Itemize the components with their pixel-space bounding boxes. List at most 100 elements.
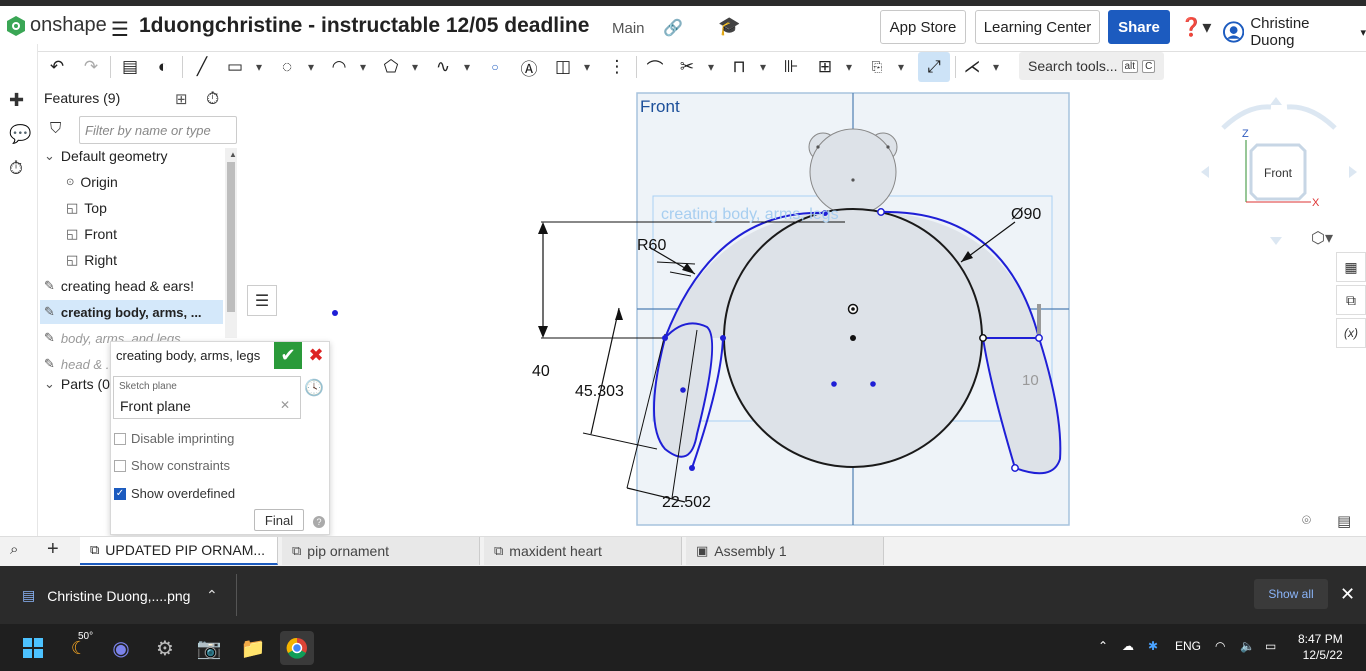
dimension-22[interactable]: 22.502 — [662, 494, 711, 511]
history-clock-icon[interactable]: 🕓 — [304, 378, 324, 398]
fillet-icon[interactable]: ⌒ — [642, 52, 668, 82]
pattern-icon[interactable]: ⊪ — [778, 52, 804, 82]
learning-cap-icon[interactable]: 🎓 — [718, 16, 740, 37]
onedrive-cloud-icon[interactable]: ☁ — [1122, 639, 1134, 653]
use-icon[interactable]: ◐ — [150, 52, 176, 82]
point-tool-icon[interactable]: ○ — [482, 52, 508, 82]
rollback-timer-icon[interactable]: ⏱ — [206, 89, 219, 109]
cancel-x-icon[interactable]: ✖ — [304, 342, 328, 369]
dxf-import-icon[interactable]: ⎘ — [864, 52, 890, 82]
teams-chat-icon[interactable]: ◉ — [104, 631, 138, 665]
mirror-icon[interactable]: ⋮ — [604, 52, 630, 82]
construction-icon[interactable]: ◫ — [550, 52, 576, 82]
link-icon[interactable]: 🔗 — [663, 18, 683, 38]
dimension-d90[interactable]: Ø90 — [1011, 206, 1041, 223]
chrome-icon[interactable] — [280, 631, 314, 665]
tree-top-plane[interactable]: ◱ Top — [66, 200, 107, 216]
polygon-tool-icon[interactable]: ⬠ — [378, 52, 404, 82]
tree-sketch-body-active[interactable]: ✎ creating body, arms, ... — [40, 300, 223, 324]
tree-right-plane[interactable]: ◱ Right — [66, 252, 117, 268]
feature-list-icon[interactable]: ☰ — [247, 285, 277, 316]
text-tool-icon[interactable]: Ⓐ — [516, 52, 542, 82]
chevron-down-icon[interactable]: ▾ — [252, 52, 266, 82]
appearance-panel-icon[interactable]: ▦ — [1336, 252, 1366, 282]
tree-front-plane[interactable]: ◱ Front — [66, 226, 117, 242]
user-menu[interactable]: Christine Duong ▾ — [1223, 15, 1366, 49]
help-icon[interactable]: ❓▾ — [1180, 17, 1211, 38]
undo-icon[interactable]: ↶ — [44, 52, 70, 82]
bluetooth-icon[interactable]: ✱ — [1148, 639, 1158, 653]
tree-sketch-head[interactable]: ✎ head & ... — [44, 356, 117, 372]
line-tool-icon[interactable]: ╱ — [189, 52, 215, 82]
chevron-down-icon[interactable]: ▾ — [842, 52, 856, 82]
chevron-up-icon[interactable]: ⌃ — [206, 587, 218, 604]
feature-filter-input[interactable]: Filter by name or type — [79, 116, 237, 144]
show-all-button[interactable]: Show all — [1254, 579, 1328, 609]
dimension-40[interactable]: 40 — [532, 363, 550, 380]
share-button[interactable]: Share — [1108, 10, 1170, 44]
document-title[interactable]: 1duongchristine - instructable 12/05 dea… — [139, 14, 589, 38]
variables-panel-icon[interactable]: (x) — [1336, 318, 1366, 348]
spline-tool-icon[interactable]: ∿ — [430, 52, 456, 82]
chevron-down-icon[interactable]: ▾ — [704, 52, 718, 82]
search-tabs-icon[interactable]: ⌕ — [10, 541, 18, 558]
show-constraints-checkbox[interactable]: Show constraints — [114, 458, 230, 473]
offset-icon[interactable]: ⊓ — [726, 52, 752, 82]
close-icon[interactable]: ✕ — [1340, 584, 1355, 605]
dimension-r60[interactable]: R60 — [637, 237, 666, 254]
chevron-down-icon[interactable]: ▾ — [408, 52, 422, 82]
accept-check-icon[interactable]: ✔ — [274, 342, 302, 369]
onshape-logo[interactable]: onshape — [6, 14, 107, 37]
dimension-45[interactable]: 45.303 — [575, 383, 624, 400]
graphics-canvas[interactable]: Front creating body, arms, legs R60 Ø90 … — [245, 84, 1366, 536]
tree-sketch-head-ears[interactable]: ✎ creating head & ears! — [44, 278, 194, 294]
tab-assembly-1[interactable]: ▣ Assembly 1 — [686, 537, 884, 565]
disable-imprinting-checkbox[interactable]: Disable imprinting — [114, 431, 234, 446]
rectangle-tool-icon[interactable]: ▭ — [222, 52, 248, 82]
battery-icon[interactable]: ▭ — [1265, 639, 1276, 653]
history-timer-icon[interactable]: ⏱ — [9, 158, 23, 179]
mate-connector-icon[interactable]: ⌾ — [1302, 512, 1311, 529]
hamburger-menu-icon[interactable]: ☰ — [111, 17, 129, 42]
sketch-icon[interactable]: ▤ — [117, 52, 143, 82]
chevron-down-icon[interactable]: ▾ — [304, 52, 318, 82]
sketch-dialog-title[interactable]: creating body, arms, legs — [116, 348, 260, 363]
search-tools-button[interactable]: Search tools... alt C — [1019, 52, 1164, 80]
tab-pip-ornament[interactable]: ⧉ pip ornament — [282, 537, 480, 565]
document-branch[interactable]: Main — [612, 20, 645, 37]
chevron-down-icon[interactable]: ▾ — [580, 52, 594, 82]
view-cube[interactable]: Front Z X — [1199, 95, 1359, 245]
language-indicator[interactable]: ENG — [1175, 639, 1201, 653]
dimension-10[interactable]: 10 — [1022, 372, 1039, 389]
measure-icon[interactable]: ▤ — [1337, 512, 1351, 530]
file-explorer-icon[interactable]: 📁 — [236, 631, 270, 665]
constraint-icon[interactable]: ⋌ — [959, 52, 985, 82]
settings-gear-icon[interactable]: ⚙ — [148, 631, 182, 665]
circle-tool-icon[interactable]: ◌ — [274, 52, 300, 82]
parts-panel-icon[interactable]: ⧉ — [1336, 285, 1366, 315]
tray-chevron-up-icon[interactable]: ⌃ — [1098, 639, 1108, 653]
windows-start-icon[interactable] — [16, 631, 50, 665]
scroll-up-icon[interactable]: ▲ — [229, 150, 237, 159]
final-button[interactable]: Final — [254, 509, 304, 531]
show-overdefined-checkbox[interactable]: ✓ Show overdefined — [114, 486, 235, 501]
redo-icon[interactable]: ↷ — [78, 52, 104, 82]
chevron-down-icon[interactable]: ▾ — [989, 52, 1003, 82]
clear-plane-icon[interactable]: ✕ — [280, 398, 290, 412]
wifi-icon[interactable]: ◠ — [1215, 639, 1225, 653]
taskbar-clock[interactable]: 8:47 PM 12/5/22 — [1298, 631, 1343, 663]
arc-tool-icon[interactable]: ◠ — [326, 52, 352, 82]
tree-origin[interactable]: ⊙ Origin — [66, 174, 118, 190]
add-folder-icon[interactable]: ⊞ — [175, 90, 188, 108]
dimension-tool-icon[interactable]: ⤢ — [918, 52, 950, 82]
tab-updated-pip-ornament[interactable]: ⧉ UPDATED PIP ORNAM... — [80, 537, 278, 565]
grid-pattern-icon[interactable]: ⊞ — [812, 52, 838, 82]
camera-icon[interactable]: 📷 — [192, 631, 226, 665]
chevron-down-icon[interactable]: ▾ — [894, 52, 908, 82]
volume-icon[interactable]: 🔈 — [1240, 639, 1255, 653]
tree-parts[interactable]: ⌄ Parts (0 — [44, 376, 110, 392]
view-mode-cube-icon[interactable]: ⬡▾ — [1311, 228, 1333, 248]
scrollbar-thumb[interactable] — [227, 162, 235, 312]
help-icon[interactable]: ? — [313, 516, 325, 528]
add-variable-icon[interactable]: ✚ — [9, 90, 24, 111]
